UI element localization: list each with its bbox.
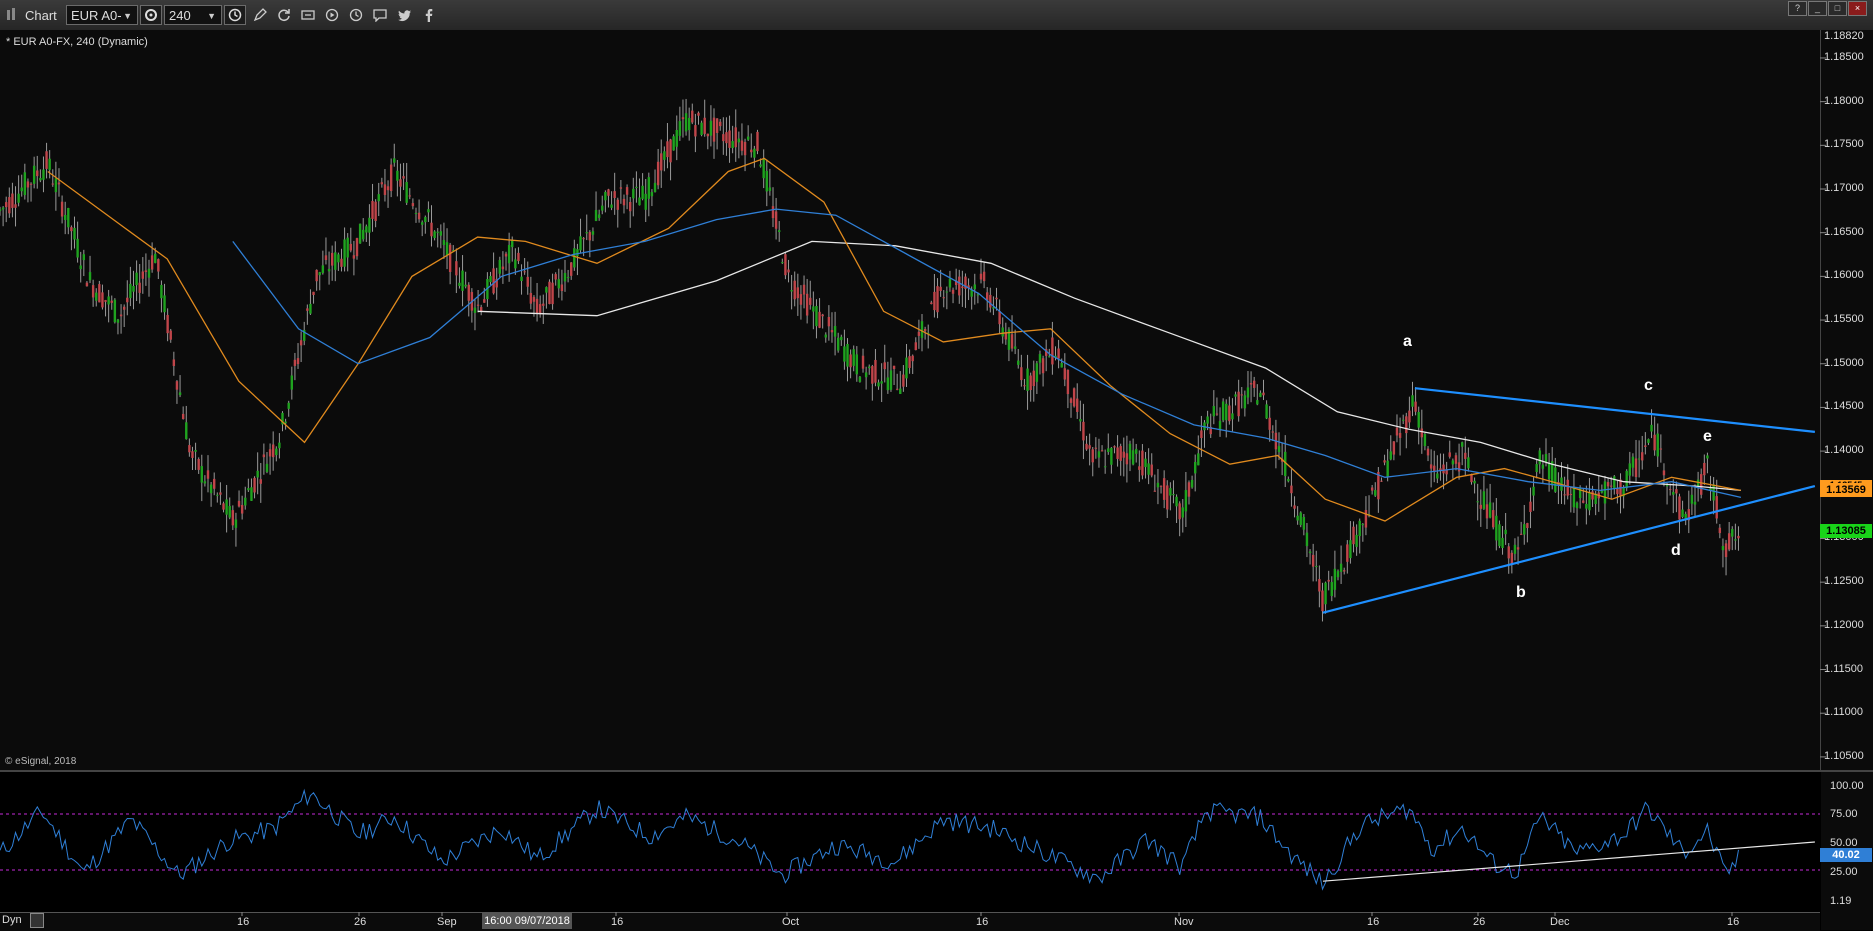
chat-icon: [373, 9, 387, 22]
time-axis[interactable]: [0, 912, 1820, 931]
rsi-axis-label: 75.00: [1830, 808, 1858, 820]
panel-label: Dyn: [2, 914, 22, 926]
price-axis-label: 1.12500: [1824, 575, 1864, 588]
twitter-button[interactable]: [394, 5, 416, 25]
price-axis-label: 1.11000: [1824, 706, 1863, 719]
export-button[interactable]: [297, 5, 319, 25]
interval-select[interactable]: 240 ▼: [164, 5, 222, 25]
x-axis-label: 16: [976, 916, 989, 928]
last-price-badge: 1.13085: [1820, 524, 1872, 538]
x-axis-label: 16: [237, 916, 250, 928]
price-axis-label: 1.18500: [1824, 50, 1864, 63]
close-button[interactable]: ×: [1848, 1, 1867, 16]
price-axis-label: 1.16500: [1824, 225, 1864, 238]
panel-separator[interactable]: [0, 770, 1873, 772]
crosshair-time-label: 16:00 09/07/2018: [482, 913, 572, 929]
settings-icon: [145, 9, 157, 21]
price-axis-top-label: 1.18820: [1824, 30, 1864, 42]
x-axis-label: 16: [1367, 916, 1380, 928]
facebook-icon: [425, 9, 433, 22]
price-axis-label: 1.15500: [1824, 313, 1864, 326]
refresh-button[interactable]: [273, 5, 295, 25]
play-icon: [325, 8, 339, 22]
rsi-axis-label: 50.00: [1830, 837, 1858, 849]
wave-label-b: b: [1516, 584, 1526, 601]
help-button[interactable]: ?: [1788, 1, 1807, 16]
x-axis-label: Dec: [1550, 916, 1570, 928]
x-axis-label: 26: [354, 916, 367, 928]
x-axis-label: 16: [611, 916, 624, 928]
rsi-trendline: [1322, 841, 1815, 882]
x-axis-label: 16: [1727, 916, 1740, 928]
rsi-axis-label: 25.00: [1830, 866, 1858, 878]
price-panel[interactable]: [0, 30, 1821, 770]
rsi-value-badge: 40.02: [1820, 848, 1872, 862]
x-axis-label: Oct: [782, 916, 800, 928]
facebook-button[interactable]: [418, 5, 440, 25]
wave-label-d: d: [1671, 542, 1681, 559]
play-button[interactable]: [321, 5, 343, 25]
price-axis-label: 1.14500: [1824, 400, 1864, 413]
settings-button[interactable]: [140, 5, 162, 25]
twitter-icon: [398, 10, 411, 22]
replay-button[interactable]: [345, 5, 367, 25]
wave-label-a: a: [1403, 333, 1412, 350]
x-axis-label: Sep: [437, 916, 457, 928]
symbol-select[interactable]: EUR A0-FX▼: [66, 5, 138, 43]
wave-label-c: c: [1644, 377, 1653, 394]
rsi-line: [0, 788, 1739, 891]
price-axis-label: 1.15000: [1824, 356, 1864, 369]
pencil-icon: [253, 8, 267, 22]
price-axis-label: 1.16000: [1824, 269, 1864, 282]
rsi-axis-bottom-label: 1.19: [1830, 895, 1852, 907]
draw-button[interactable]: [249, 5, 271, 25]
price-axis-label: 1.11500: [1824, 662, 1863, 675]
clock-button[interactable]: [224, 5, 246, 25]
maximize-button[interactable]: □: [1828, 1, 1847, 16]
chevron-down-icon: ▼: [207, 11, 216, 21]
window-controls: ? _ □ ×: [1788, 1, 1867, 16]
panel-toggle-icon[interactable]: [30, 913, 44, 928]
price-axis-label: 1.10500: [1824, 749, 1864, 762]
chevron-down-icon: ▼: [123, 11, 132, 21]
chart-header: * EUR A0-FX, 240 (Dynamic): [6, 36, 148, 48]
clock-icon: [228, 8, 242, 22]
ma-price-badge: 1.13569: [1820, 483, 1872, 497]
x-axis-label: 26: [1473, 916, 1486, 928]
price-axis-label: 1.17000: [1824, 182, 1864, 194]
wave-label-e: e: [1703, 428, 1712, 445]
chart-app-icon: [7, 8, 15, 20]
interval-value: 240: [169, 8, 191, 23]
price-axis-label: 1.12000: [1824, 618, 1864, 631]
chat-button[interactable]: [369, 5, 391, 25]
app-title: Chart: [25, 8, 57, 23]
minimize-button[interactable]: _: [1808, 1, 1827, 16]
price-axis-label: 1.17500: [1824, 138, 1864, 151]
refresh-icon: [278, 9, 290, 22]
price-axis-label: 1.14000: [1824, 444, 1864, 457]
rsi-axis-label: 100.00: [1830, 780, 1864, 792]
x-axis-label: Nov: [1174, 916, 1194, 928]
price-axis-label: 1.18000: [1824, 94, 1864, 107]
export-icon: [301, 10, 315, 20]
replay-icon: [349, 8, 363, 22]
window-titlebar: Chart EUR A0-FX▼ 240 ▼ ? _ □ ×: [0, 0, 1873, 43]
copyright-text: © eSignal, 2018: [5, 756, 77, 767]
